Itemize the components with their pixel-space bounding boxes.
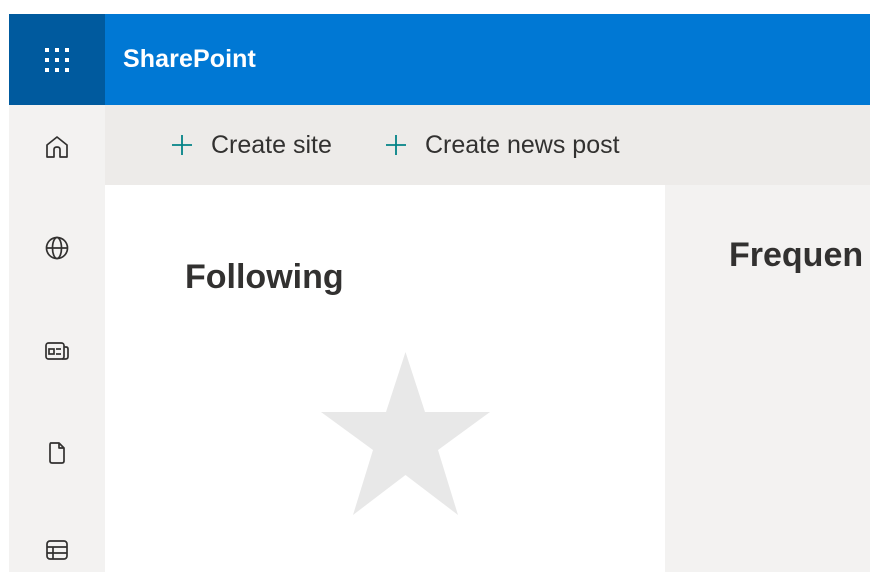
document-icon xyxy=(49,442,65,464)
create-news-post-label: Create news post xyxy=(425,130,620,159)
following-panel: Following xyxy=(105,185,665,572)
sharepoint-window: SharePoint Create site Create news post … xyxy=(9,14,870,572)
app-launcher-icon xyxy=(45,47,69,72)
app-launcher-button[interactable] xyxy=(9,14,105,105)
rail-item-news[interactable] xyxy=(9,323,105,379)
rail-item-home[interactable] xyxy=(9,119,105,175)
rail-item-sites[interactable] xyxy=(9,220,105,276)
create-news-post-button[interactable]: Create news post xyxy=(385,105,620,185)
create-site-label: Create site xyxy=(211,130,332,159)
home-icon xyxy=(46,136,68,158)
rail-item-lists[interactable] xyxy=(9,522,105,572)
create-site-button[interactable]: Create site xyxy=(171,105,332,185)
rail-item-files[interactable] xyxy=(9,425,105,481)
star-icon xyxy=(321,352,490,515)
plus-icon xyxy=(171,134,193,156)
plus-icon xyxy=(385,134,407,156)
list-icon xyxy=(46,540,68,560)
left-rail xyxy=(9,105,105,572)
suite-header: SharePoint xyxy=(9,14,870,105)
command-bar: Create site Create news post xyxy=(105,105,870,185)
following-title: Following xyxy=(185,258,344,296)
news-icon xyxy=(45,342,69,360)
app-title[interactable]: SharePoint xyxy=(123,14,256,105)
frequent-title: Frequen xyxy=(729,236,864,274)
globe-icon xyxy=(45,236,69,260)
